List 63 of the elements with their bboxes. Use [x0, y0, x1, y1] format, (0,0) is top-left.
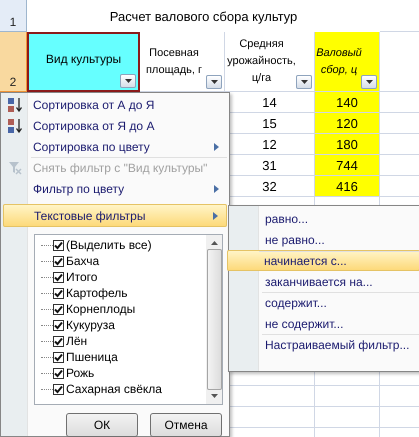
value-label: Картофель	[66, 286, 128, 300]
caret-icon	[210, 80, 218, 84]
menu-item[interactable]: не содержит...	[231, 313, 419, 334]
menu-item[interactable]: не равно...	[231, 229, 419, 250]
menu-item[interactable]: содержит...	[231, 292, 419, 313]
value-label: Корнеплоды	[66, 302, 136, 316]
submenu-arrow-icon	[213, 212, 218, 220]
submenu-arrow-icon	[214, 142, 219, 150]
value-label: Сахарная свёкла	[66, 382, 162, 396]
filter-dropdown-button[interactable]	[361, 75, 377, 89]
filter-clear-icon	[8, 160, 22, 174]
sort-ascending-icon	[7, 96, 23, 112]
checkbox[interactable]	[53, 288, 64, 298]
table-cell: 140	[315, 92, 380, 113]
menu-item[interactable]: Сортировка от А до Я	[3, 94, 227, 115]
checkbox[interactable]	[53, 272, 64, 282]
filter-dropdown-button[interactable]	[120, 74, 136, 88]
menu-item[interactable]: равно...	[231, 208, 419, 229]
table-cell: 416	[315, 176, 380, 197]
checkbox[interactable]	[53, 256, 64, 266]
value-label: Лён	[66, 334, 88, 348]
caret-icon	[366, 80, 372, 84]
checkbox[interactable]	[53, 368, 64, 378]
filter-dropdown-button[interactable]	[296, 75, 312, 89]
column-header-text: Вид культуры	[46, 50, 122, 68]
value-label: Итого	[66, 270, 98, 284]
value-label: Рожь	[66, 366, 94, 380]
filter-dropdown-button[interactable]	[206, 75, 222, 89]
checkbox[interactable]	[53, 240, 64, 250]
menu-item[interactable]: начинается с...	[227, 250, 419, 271]
cancel-button[interactable]: Отмена	[150, 413, 222, 437]
table-cell: 744	[315, 155, 380, 176]
value-label: (Выделить все)	[66, 238, 152, 252]
table-cell: 120	[315, 113, 380, 134]
menu-item[interactable]: Сортировка по цвету	[3, 136, 227, 157]
table-cell: 180	[315, 134, 380, 155]
caret-icon	[124, 79, 132, 83]
menu-item[interactable]: Фильтр по цвету	[3, 178, 227, 199]
menu-item[interactable]: Текстовые фильтры	[3, 204, 227, 227]
sort-descending-icon	[7, 118, 23, 134]
menu-item[interactable]: Настраиваемый фильтр...	[231, 334, 419, 355]
ok-button[interactable]: ОК	[66, 413, 138, 437]
value-label: Кукуруза	[66, 318, 115, 332]
menu-item[interactable]: Сортировка от Я до А	[3, 115, 227, 136]
checkbox[interactable]	[53, 320, 64, 330]
scroll-up-icon[interactable]	[210, 241, 218, 245]
menu-item[interactable]: заканчивается на...	[231, 271, 419, 292]
scroll-down-icon[interactable]	[210, 394, 218, 398]
checkbox[interactable]	[53, 304, 64, 314]
column-header-text: Средняя урожайность, ц/га	[226, 37, 297, 86]
value-label: Бахча	[66, 254, 100, 268]
row-header[interactable]: 1	[0, 0, 27, 32]
column-header-text: Посевная площадь, г	[144, 46, 204, 78]
row-header[interactable]: 2	[0, 32, 27, 92]
value-label: Пшеница	[66, 350, 118, 364]
submenu-arrow-icon	[214, 184, 219, 192]
caret-icon	[300, 80, 308, 84]
checkbox[interactable]	[53, 384, 64, 394]
checkbox[interactable]	[53, 336, 64, 346]
scrollbar-thumb[interactable]	[206, 249, 222, 390]
checkbox[interactable]	[53, 352, 64, 362]
column-header-text: Валовый сбор, ц	[315, 46, 363, 78]
scrollbar[interactable]	[206, 235, 222, 404]
